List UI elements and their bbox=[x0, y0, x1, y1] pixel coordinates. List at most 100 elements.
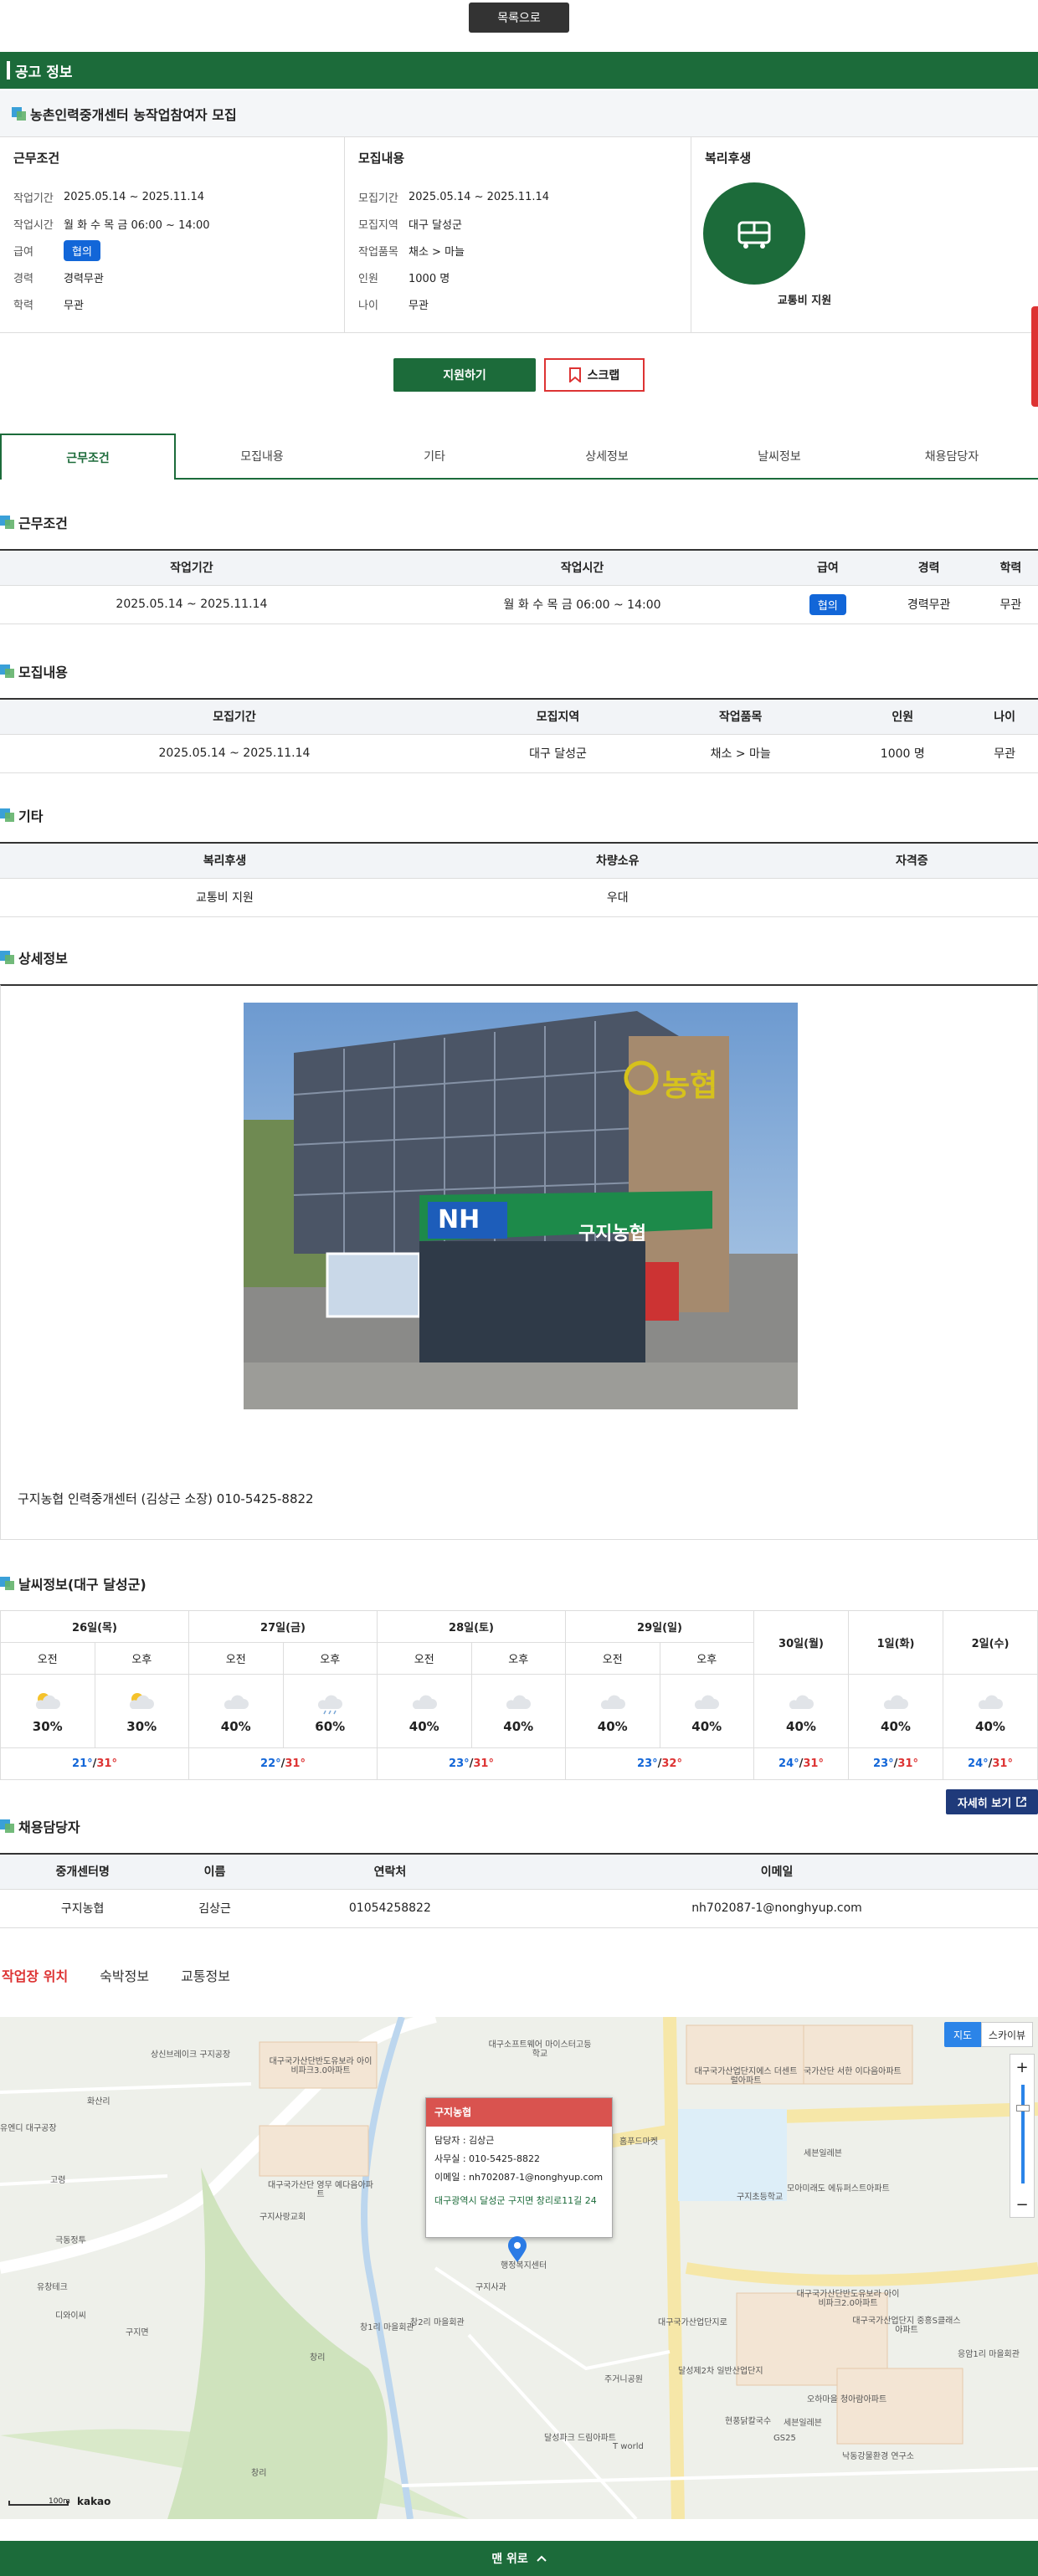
recruit-row-label: 인원 bbox=[358, 272, 378, 285]
zoom-out-button[interactable]: − bbox=[1010, 2192, 1034, 2217]
weather-cell: 40% bbox=[565, 1674, 660, 1748]
zoom-slider-handle[interactable] bbox=[1016, 2105, 1030, 2112]
work-row: 급여 협의 bbox=[13, 237, 331, 264]
work-row: 학력 무관 bbox=[13, 290, 331, 317]
map-label: 현풍닭칼국수 bbox=[725, 2417, 772, 2426]
map-type-map-button[interactable]: 지도 bbox=[944, 2022, 981, 2047]
zoom-in-button[interactable]: + bbox=[1010, 2055, 1034, 2080]
table-cell-text: 교통비 지원 bbox=[196, 891, 254, 905]
scroll-top-button[interactable]: 맨 위로 bbox=[0, 2541, 1038, 2576]
temp-low: 23° bbox=[449, 1758, 470, 1770]
table-cell: 교통비 지원 bbox=[0, 878, 450, 917]
weather-am: 오전 bbox=[377, 1642, 472, 1675]
weather-cell: 40% bbox=[188, 1674, 284, 1748]
work-row: 작업기간 2025.05.14 ~ 2025.11.14 bbox=[13, 183, 331, 210]
side-floating-tab[interactable] bbox=[1031, 306, 1038, 407]
contact-section-title-text: 채용담당자 bbox=[18, 1819, 80, 1835]
map-tab-2[interactable]: 교통정보 bbox=[181, 1965, 230, 1990]
recruit-row: 인원 1000 명 bbox=[358, 264, 677, 290]
table-header: 차량소유 bbox=[449, 842, 786, 879]
rain-percent: 30% bbox=[126, 1718, 157, 1734]
table-header: 모집지역 bbox=[468, 698, 648, 735]
weather-section-title: 날씨정보(대구 달성군) bbox=[0, 1573, 146, 1593]
table-row: 교통비 지원 우대 bbox=[0, 878, 1038, 917]
weather-pm: 오후 bbox=[659, 1642, 754, 1675]
map-type-skyview-button[interactable]: 스카이뷰 bbox=[981, 2022, 1033, 2047]
weather-day: 29일(일) bbox=[565, 1610, 754, 1643]
tab-2[interactable]: 기타 bbox=[348, 434, 521, 478]
tab-1[interactable]: 모집내용 bbox=[176, 434, 348, 478]
recruit-table: 모집기간 모집지역 작업품목 인원 나이 2025.05.14 ~ 2025.11.14 대… bbox=[0, 698, 1038, 773]
table-cell: 2025.05.14 ~ 2025.11.14 bbox=[0, 585, 383, 624]
map-label: 극동정투 bbox=[55, 2236, 86, 2245]
table-cell: 우대 bbox=[449, 878, 786, 917]
section-bar: 공고 정보 bbox=[0, 52, 1038, 89]
weather-cell: 40% bbox=[943, 1674, 1038, 1748]
temp-high: 32° bbox=[661, 1758, 682, 1770]
zoom-slider[interactable] bbox=[1021, 2085, 1025, 2183]
map-popup-line: 담당자 : 김상근 bbox=[434, 2135, 495, 2146]
table-cell: 협의 bbox=[781, 585, 875, 624]
map-pin-icon[interactable] bbox=[507, 2236, 527, 2263]
tab-0[interactable]: 근무조건 bbox=[0, 434, 176, 480]
work-row-value: 경력무관 bbox=[64, 272, 104, 285]
weather-day: 1일(화) bbox=[848, 1610, 943, 1675]
table-cell-text: 2025.05.14 ~ 2025.11.14 bbox=[116, 598, 268, 611]
map-label: 대구국가산업단지에스 더센트럴아파트 bbox=[694, 2067, 798, 2086]
table-row: 2025.05.14 ~ 2025.11.14 월 화 수 목 금 06:00 ~… bbox=[0, 585, 1038, 624]
contact-section-title: 채용담당자 bbox=[0, 1816, 80, 1836]
map-label: 유엔디 대구공장 bbox=[0, 2124, 57, 2133]
map-label: 구지사과 bbox=[475, 2283, 506, 2292]
table-header: 이름 bbox=[165, 1853, 265, 1890]
table-header: 급여 bbox=[781, 549, 875, 586]
apply-button[interactable]: 지원하기 bbox=[393, 358, 536, 392]
rain-percent: 40% bbox=[691, 1718, 722, 1734]
detail-section-title-text: 상세정보 bbox=[18, 951, 68, 967]
work-section-title: 근무조건 bbox=[0, 512, 68, 532]
table-header: 자격증 bbox=[785, 842, 1038, 879]
work-row: 작업시간 월 화 수 목 금 06:00 ~ 14:00 bbox=[13, 210, 331, 237]
map-tab-1[interactable]: 숙박정보 bbox=[100, 1965, 149, 1990]
table-cell-text: 1000 명 bbox=[880, 747, 925, 761]
map-label: 대구소프트웨어 마이스터고등학교 bbox=[488, 2040, 592, 2059]
weather-temp: 23°/31° bbox=[377, 1747, 566, 1780]
recruit-row-value: 1000 명 bbox=[409, 272, 450, 285]
tab-5[interactable]: 채용담당자 bbox=[866, 434, 1038, 478]
table-header: 인원 bbox=[834, 698, 972, 735]
weather-am: 오전 bbox=[0, 1642, 95, 1675]
section-icon bbox=[0, 808, 15, 822]
table-cell-text: 김상근 bbox=[198, 1902, 231, 1916]
scrap-button[interactable]: 스크랩 bbox=[544, 358, 645, 392]
list-button[interactable]: 목록으로 bbox=[469, 3, 569, 33]
recruit-row-label: 모집기간 bbox=[358, 192, 398, 205]
section-icon bbox=[12, 106, 27, 121]
rain-percent: 30% bbox=[32, 1718, 63, 1734]
map-label: 대구국가산업단지로 bbox=[658, 2318, 727, 2327]
table-row: 구지농협 김상근 01054258822 nh702087-1@nonghyup.co… bbox=[0, 1889, 1038, 1928]
map-tab-0[interactable]: 작업장 위치 bbox=[2, 1965, 68, 1990]
map-labels: 상신브레이크 구지공장 대구국가산단반도유보라 아이비파크3.0아파트 대구국가산업… bbox=[0, 2017, 1038, 2519]
table-cell-text: 대구 달성군 bbox=[529, 747, 587, 761]
work-summary: 근무조건 작업기간 2025.05.14 ~ 2025.11.14 작업시간 월 화 … bbox=[0, 137, 345, 333]
chevron-up-icon bbox=[537, 2555, 547, 2562]
weather-table: 26일(목) 27일(금) 28일(토) 29일(일) 30일(월) 1일(화) 2일(수)… bbox=[0, 1610, 1038, 1780]
weather-cell: 40% bbox=[848, 1674, 943, 1748]
map-label: 대구국가산업단지 중흥S클래스아파트 bbox=[852, 2317, 961, 2335]
photo-sign-text: 구지농협 bbox=[578, 1224, 646, 1244]
etc-section-title: 기타 bbox=[0, 805, 43, 825]
weather-day-row: 26일(목) 27일(금) 28일(토) 29일(일) 30일(월) 1일(화) 2일(수) bbox=[0, 1610, 1038, 1675]
map-label: 구지초등학교 bbox=[737, 2193, 784, 2202]
tab-3[interactable]: 상세정보 bbox=[521, 434, 693, 478]
temp-high: 31° bbox=[473, 1758, 494, 1770]
location-map[interactable]: 상신브레이크 구지공장 대구국가산단반도유보라 아이비파크3.0아파트 대구국가산업… bbox=[0, 2017, 1038, 2519]
scrap-label: 스크랩 bbox=[587, 369, 620, 382]
weather-more-button[interactable]: 자세히 보기 bbox=[946, 1789, 1038, 1814]
section-icon bbox=[0, 1819, 15, 1833]
tab-4[interactable]: 날씨정보 bbox=[693, 434, 866, 478]
scroll-top-label: 맨 위로 bbox=[491, 2553, 528, 2566]
work-row-label: 작업기간 bbox=[13, 192, 54, 205]
section-icon bbox=[0, 1577, 15, 1590]
weather-cell: 30% bbox=[94, 1674, 189, 1748]
work-row-value: 무관 bbox=[64, 299, 84, 312]
table-cell: 구지농협 bbox=[0, 1889, 166, 1928]
